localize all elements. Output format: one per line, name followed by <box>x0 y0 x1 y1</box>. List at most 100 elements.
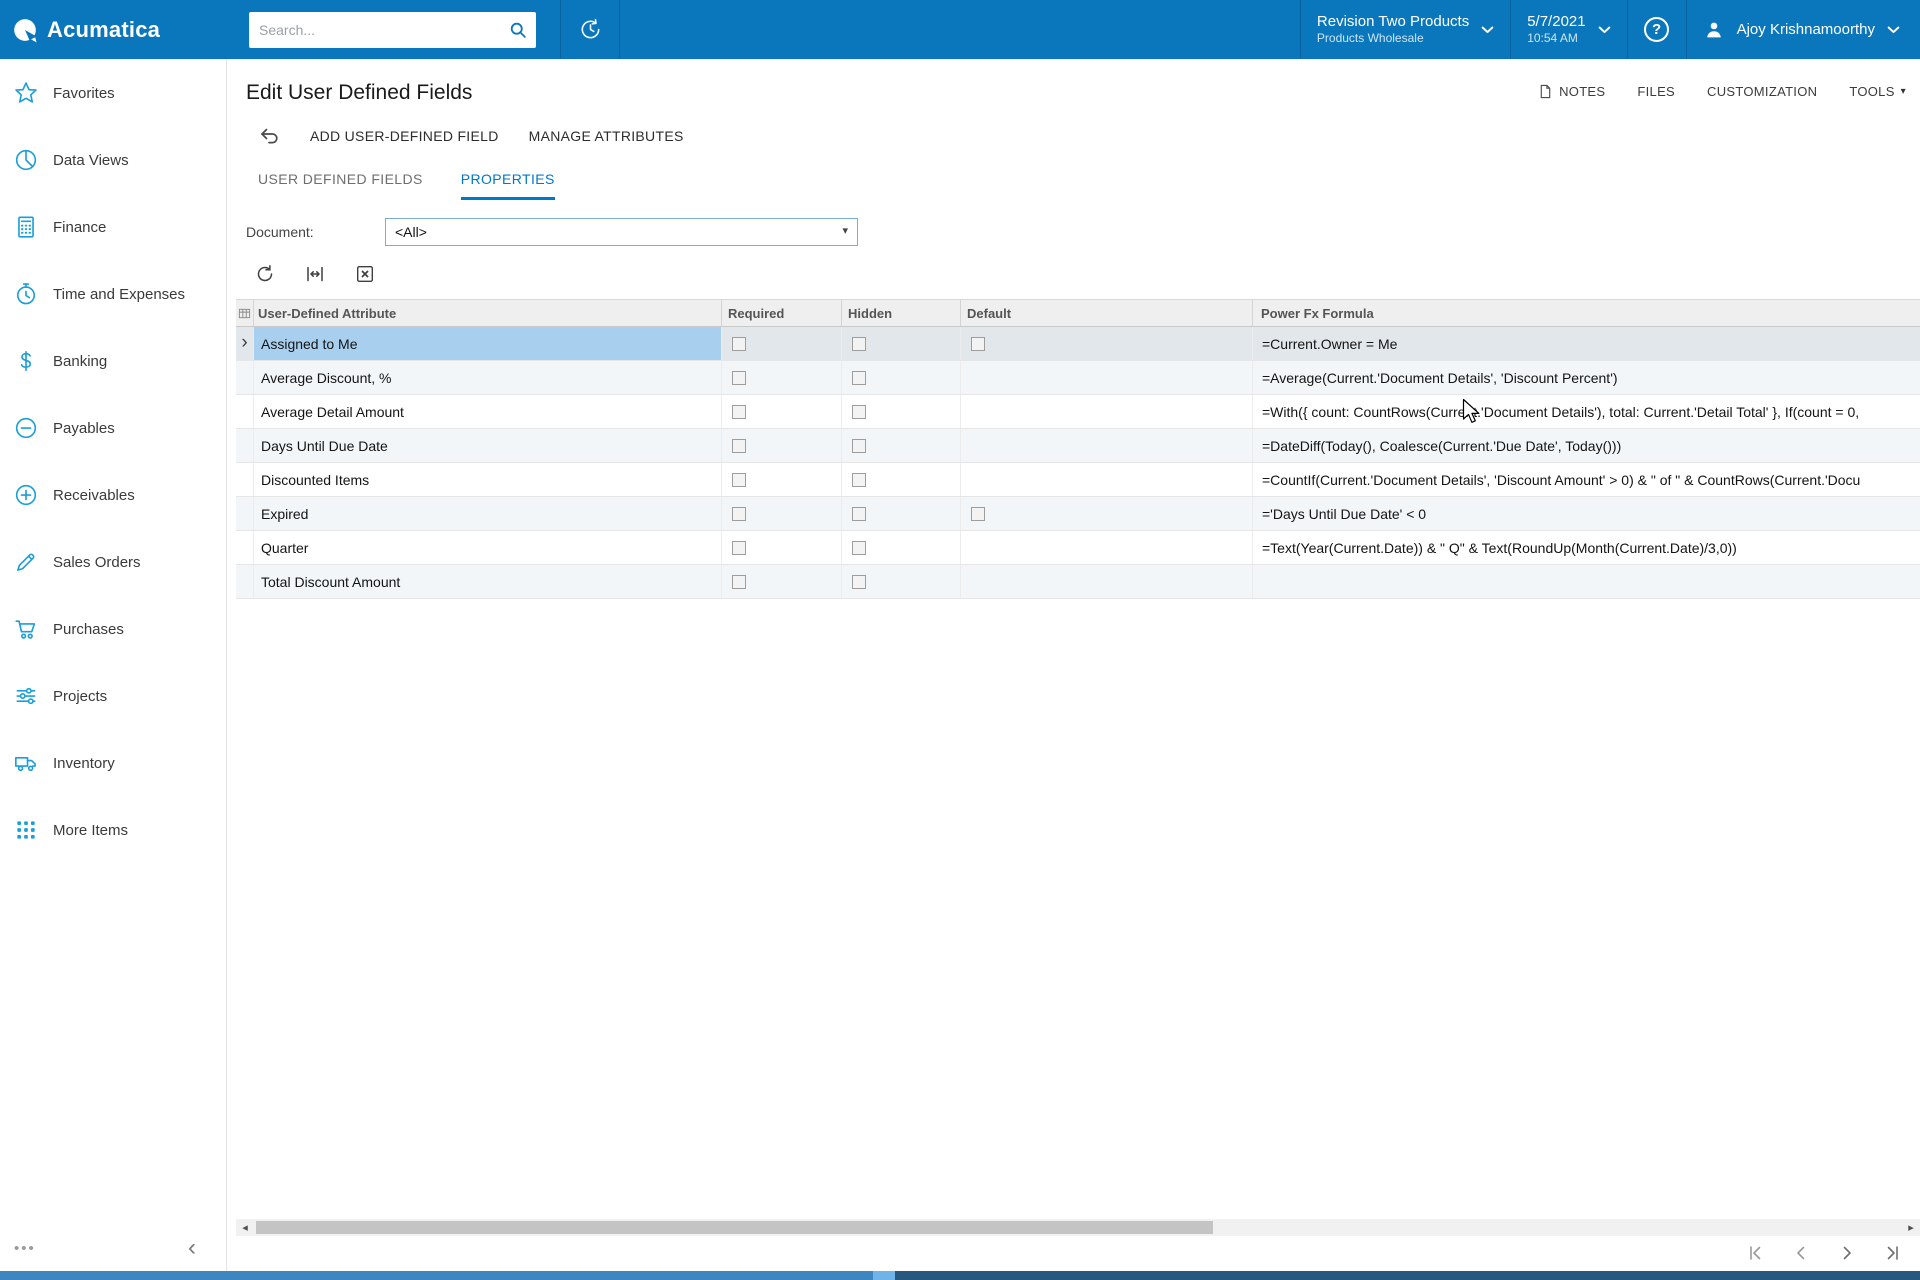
sidebar-item-time-and-expenses[interactable]: Time and Expenses <box>0 272 226 316</box>
scrollbar-thumb[interactable] <box>256 1221 1213 1234</box>
first-page-button[interactable] <box>1746 1244 1764 1262</box>
default-cell[interactable] <box>961 463 1253 496</box>
formula-cell[interactable] <box>1253 565 1920 598</box>
formula-cell[interactable]: ='Days Until Due Date' < 0 <box>1253 497 1920 530</box>
hidden-cell[interactable] <box>842 531 961 564</box>
checkbox[interactable] <box>732 405 746 419</box>
table-row[interactable]: Expired ='Days Until Due Date' < 0 <box>236 497 1920 531</box>
company-selector[interactable]: Revision Two Products Products Wholesale <box>1301 0 1510 59</box>
table-row[interactable]: Days Until Due Date=DateDiff(Today(), Co… <box>236 429 1920 463</box>
default-cell[interactable] <box>961 565 1253 598</box>
column-header[interactable]: Power Fx Formula <box>1253 300 1920 326</box>
tools-button[interactable]: TOOLS ▾ <box>1849 84 1906 99</box>
row-indicator-cell[interactable] <box>236 497 254 530</box>
tab-properties[interactable]: PROPERTIES <box>461 171 555 200</box>
attribute-cell[interactable]: Expired <box>254 497 722 530</box>
checkbox[interactable] <box>852 337 866 351</box>
column-header[interactable]: Default <box>961 300 1253 326</box>
checkbox[interactable] <box>971 507 985 521</box>
hidden-cell[interactable] <box>842 361 961 394</box>
sidebar-item-purchases[interactable]: Purchases <box>0 607 226 651</box>
formula-cell[interactable]: =Average(Current.'Document Details', 'Di… <box>1253 361 1920 394</box>
refresh-button[interactable] <box>253 262 277 286</box>
checkbox[interactable] <box>852 541 866 555</box>
checkbox[interactable] <box>732 473 746 487</box>
sidebar-item-inventory[interactable]: Inventory <box>0 741 226 785</box>
table-row[interactable]: Average Detail Amount=With({ count: Coun… <box>236 395 1920 429</box>
files-button[interactable]: FILES <box>1637 84 1675 99</box>
checkbox[interactable] <box>732 439 746 453</box>
table-row[interactable]: ›Assigned to Me=Current.Owner = Me <box>236 327 1920 361</box>
user-menu[interactable]: Ajoy Krishnamoorthy <box>1687 0 1920 59</box>
required-cell[interactable] <box>722 327 842 360</box>
checkbox[interactable] <box>852 371 866 385</box>
column-header[interactable]: User-Defined Attribute <box>254 300 722 326</box>
checkbox[interactable] <box>732 541 746 555</box>
hidden-cell[interactable] <box>842 565 961 598</box>
attribute-cell[interactable]: Total Discount Amount <box>254 565 722 598</box>
export-excel-button[interactable] <box>353 262 377 286</box>
scroll-right-icon[interactable]: ▸ <box>1902 1219 1920 1236</box>
last-page-button[interactable] <box>1884 1244 1902 1262</box>
table-row[interactable]: Total Discount Amount <box>236 565 1920 599</box>
horizontal-scrollbar[interactable]: ◂ ▸ <box>236 1219 1920 1236</box>
default-cell[interactable] <box>961 497 1253 530</box>
sidebar-item-receivables[interactable]: Receivables <box>0 473 226 517</box>
document-dropdown[interactable]: <All> ▾ <box>385 218 858 246</box>
fit-width-button[interactable] <box>303 262 327 286</box>
sidebar-item-sales-orders[interactable]: Sales Orders <box>0 540 226 584</box>
required-cell[interactable] <box>722 497 842 530</box>
checkbox[interactable] <box>732 507 746 521</box>
checkbox[interactable] <box>852 439 866 453</box>
sidebar-item-projects[interactable]: Projects <box>0 674 226 718</box>
checkbox[interactable] <box>732 371 746 385</box>
required-cell[interactable] <box>722 429 842 462</box>
collapse-sidebar-icon[interactable]: ‹ <box>188 1236 196 1260</box>
formula-cell[interactable]: =Text(Year(Current.Date)) & " Q" & Text(… <box>1253 531 1920 564</box>
attribute-cell[interactable]: Average Discount, % <box>254 361 722 394</box>
search-icon[interactable] <box>509 21 527 39</box>
manage-attributes-button[interactable]: MANAGE ATTRIBUTES <box>529 128 684 144</box>
video-progress-bar[interactable] <box>0 1271 1920 1280</box>
required-cell[interactable] <box>722 463 842 496</box>
notes-button[interactable]: NOTES <box>1538 84 1605 99</box>
default-cell[interactable] <box>961 429 1253 462</box>
formula-cell[interactable]: =DateDiff(Today(), Coalesce(Current.'Due… <box>1253 429 1920 462</box>
attribute-cell[interactable]: Discounted Items <box>254 463 722 496</box>
business-date-icon[interactable] <box>561 0 619 59</box>
table-row[interactable]: Discounted Items =CountIf(Current.'Docume… <box>236 463 1920 497</box>
scroll-left-icon[interactable]: ◂ <box>236 1219 254 1236</box>
more-options-icon[interactable]: ••• <box>14 1240 36 1257</box>
row-indicator-cell[interactable] <box>236 395 254 428</box>
formula-cell[interactable]: =CountIf(Current.'Document Details', 'Di… <box>1253 463 1920 496</box>
hidden-cell[interactable] <box>842 395 961 428</box>
default-cell[interactable] <box>961 531 1253 564</box>
row-indicator-cell[interactable] <box>236 429 254 462</box>
hidden-cell[interactable] <box>842 497 961 530</box>
required-cell[interactable] <box>722 531 842 564</box>
sidebar-item-data-views[interactable]: Data Views <box>0 138 226 182</box>
sidebar-item-banking[interactable]: Banking <box>0 339 226 383</box>
required-cell[interactable] <box>722 565 842 598</box>
add-user-defined-field-button[interactable]: ADD USER-DEFINED FIELD <box>310 128 499 144</box>
table-row[interactable]: Average Discount, % =Average(Current.'Doc… <box>236 361 1920 395</box>
checkbox[interactable] <box>852 507 866 521</box>
required-cell[interactable] <box>722 361 842 394</box>
tab-user-defined-fields[interactable]: USER DEFINED FIELDS <box>258 171 423 200</box>
sidebar-item-more-items[interactable]: More Items <box>0 808 226 852</box>
checkbox[interactable] <box>852 575 866 589</box>
formula-cell[interactable]: =Current.Owner = Me <box>1253 327 1920 360</box>
row-indicator-cell[interactable] <box>236 361 254 394</box>
required-cell[interactable] <box>722 395 842 428</box>
table-row[interactable]: Quarter=Text(Year(Current.Date)) & " Q" … <box>236 531 1920 565</box>
formula-cell[interactable]: =With({ count: CountRows(Current.'Docume… <box>1253 395 1920 428</box>
checkbox[interactable] <box>852 473 866 487</box>
row-indicator-cell[interactable] <box>236 565 254 598</box>
prev-page-button[interactable] <box>1792 1244 1810 1262</box>
sidebar-item-finance[interactable]: Finance <box>0 205 226 249</box>
search-input[interactable] <box>249 12 536 48</box>
video-progress-marker[interactable] <box>873 1271 895 1280</box>
sidebar-item-favorites[interactable]: Favorites <box>0 71 226 115</box>
row-indicator-cell[interactable]: › <box>236 327 254 360</box>
hidden-cell[interactable] <box>842 463 961 496</box>
